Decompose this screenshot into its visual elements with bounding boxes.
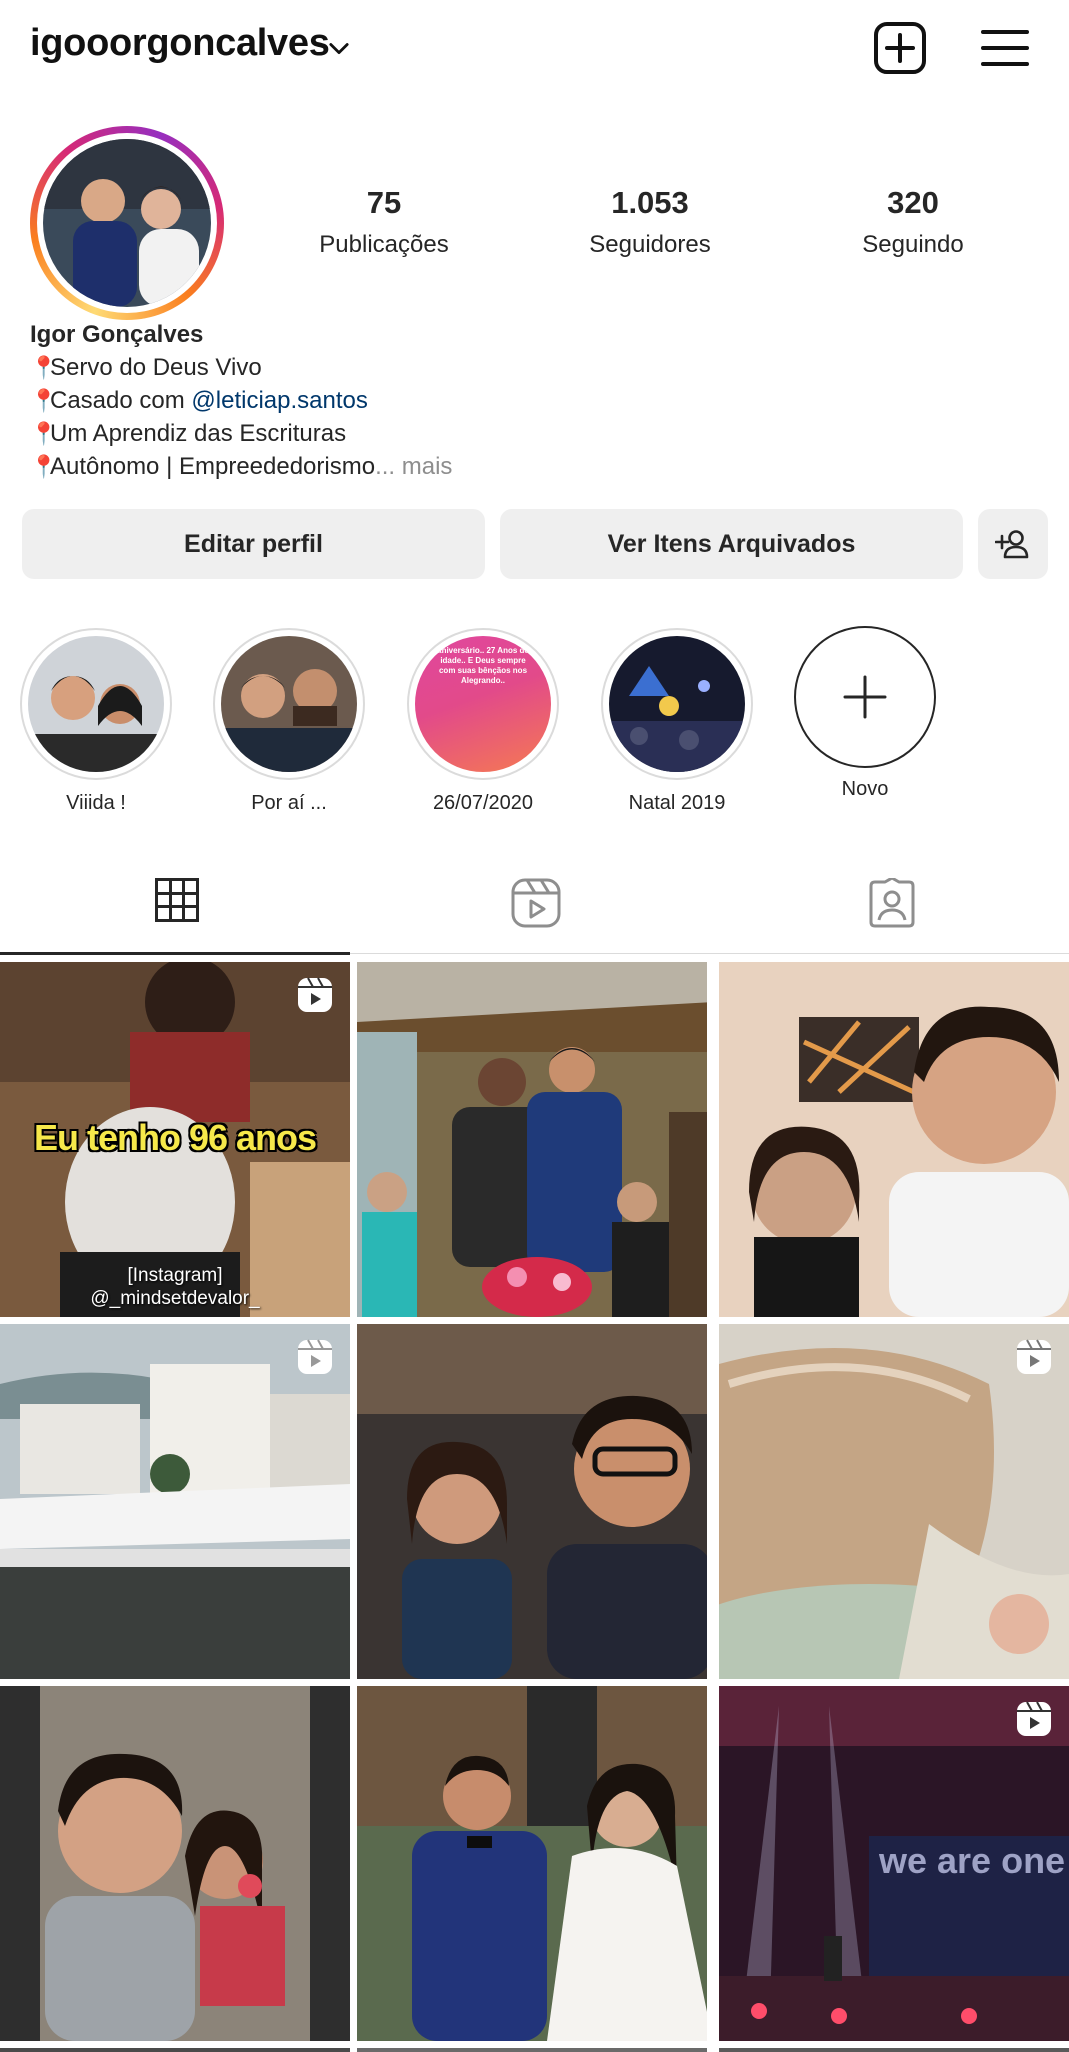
- grid-icon: [155, 878, 199, 922]
- post-thumbnail[interactable]: [0, 1324, 350, 1679]
- profile-display-name: Igor Gonçalves: [30, 321, 204, 348]
- tab-grid[interactable]: [0, 840, 356, 955]
- discover-people-button[interactable]: [978, 509, 1048, 579]
- pin-icon: 📍: [30, 454, 58, 479]
- plus-square-icon[interactable]: [870, 18, 930, 78]
- reel-badge-icon: [1017, 1339, 1051, 1374]
- highlight-item[interactable]: aniversário.. 27 Anos de idade.. E Deus …: [407, 628, 559, 815]
- bio-more-link[interactable]: mais: [395, 453, 453, 480]
- post-watermark: @_mindsetdevalor_: [90, 1288, 260, 1309]
- post-thumbnail[interactable]: [719, 1324, 1069, 1679]
- post-thumbnail[interactable]: we are one: [719, 1686, 1069, 2041]
- post-watermark: [Instagram]: [127, 1265, 223, 1286]
- pin-icon: 📍: [30, 355, 58, 380]
- stat-following-count: 320: [887, 185, 939, 220]
- profile-avatar[interactable]: [30, 126, 224, 320]
- bio-line: 📍Um Aprendiz das Escrituras: [30, 417, 1030, 450]
- posts-grid: Eu tenho 96 anos [Instagram] @_mindsetde…: [0, 962, 1069, 2052]
- profile-tabs: [0, 840, 1069, 955]
- stat-followers-label: Seguidores: [589, 231, 711, 258]
- post-screen-text: we are one: [879, 1846, 1066, 1876]
- highlight-cover: [609, 636, 745, 772]
- pin-icon: 📍: [30, 421, 58, 446]
- highlight-item[interactable]: Por aí ...: [213, 628, 365, 815]
- add-person-icon: [994, 530, 1029, 559]
- post-thumbnail[interactable]: [357, 1324, 707, 1679]
- post-thumbnail[interactable]: [0, 2048, 350, 2052]
- stat-following-label: Seguindo: [862, 231, 964, 258]
- highlight-cover: [28, 636, 164, 772]
- tagged-icon: [869, 878, 915, 928]
- post-thumbnail[interactable]: [719, 962, 1069, 1317]
- highlight-label: Viiida !: [66, 792, 126, 814]
- reel-badge-icon: [298, 977, 332, 1012]
- post-thumbnail[interactable]: [357, 2048, 707, 2052]
- bio-mention-link[interactable]: @leticiap.santos: [191, 387, 367, 414]
- post-thumbnail[interactable]: [719, 2048, 1069, 2052]
- reels-icon: [511, 878, 561, 928]
- highlight-cover-text: aniversário.. 27 Anos de idade.. E Deus …: [437, 646, 529, 685]
- post-thumbnail[interactable]: Eu tenho 96 anos [Instagram] @_mindsetde…: [0, 962, 350, 1317]
- chevron-down-icon[interactable]: [325, 34, 353, 62]
- archived-items-button[interactable]: Ver Itens Arquivados: [500, 509, 963, 579]
- new-highlight-button[interactable]: Novo: [794, 626, 936, 801]
- highlight-label: 26/07/2020: [432, 792, 534, 814]
- highlight-item[interactable]: Viiida !: [20, 628, 172, 815]
- tab-tagged[interactable]: [712, 840, 1068, 954]
- reel-badge-icon: [298, 1339, 332, 1374]
- stat-posts-count: 75: [366, 185, 402, 220]
- new-highlight-label: Novo: [841, 778, 889, 800]
- reel-badge-icon: [1017, 1701, 1051, 1736]
- tab-reels[interactable]: [356, 840, 712, 954]
- stat-followers[interactable]: 1.053 Seguidores: [540, 185, 760, 259]
- highlight-cover: [221, 636, 357, 772]
- avatar-photo: [43, 139, 211, 307]
- stat-following[interactable]: 320 Seguindo: [803, 185, 1023, 259]
- stat-posts-label: Publicações: [319, 231, 449, 258]
- hamburger-menu-icon[interactable]: [975, 18, 1035, 78]
- plus-icon: [843, 675, 887, 719]
- edit-profile-button[interactable]: Editar perfil: [22, 509, 485, 579]
- post-thumbnail[interactable]: [357, 1686, 707, 2041]
- bio-line: 📍Casado com @leticiap.santos: [30, 384, 1030, 417]
- stat-followers-count: 1.053: [611, 185, 689, 220]
- highlight-item[interactable]: Natal 2019: [601, 628, 753, 815]
- highlight-label: Natal 2019: [628, 792, 726, 814]
- highlight-label: Por aí ...: [251, 792, 327, 814]
- post-thumbnail[interactable]: [357, 962, 707, 1317]
- post-caption-overlay: Eu tenho 96 anos: [33, 1117, 317, 1158]
- profile-bio: Igor Gonçalves 📍Servo do Deus Vivo 📍Casa…: [30, 318, 1030, 483]
- profile-header: igooorgoncalves: [0, 0, 1069, 96]
- pin-icon: 📍: [30, 388, 58, 413]
- bio-line: 📍Servo do Deus Vivo: [30, 351, 1030, 384]
- stat-posts[interactable]: 75 Publicações: [274, 185, 494, 259]
- bio-line: 📍Autônomo | Empreededorismo... mais: [30, 450, 1030, 483]
- post-thumbnail[interactable]: [0, 1686, 350, 2041]
- account-username[interactable]: igooorgoncalves: [30, 22, 330, 65]
